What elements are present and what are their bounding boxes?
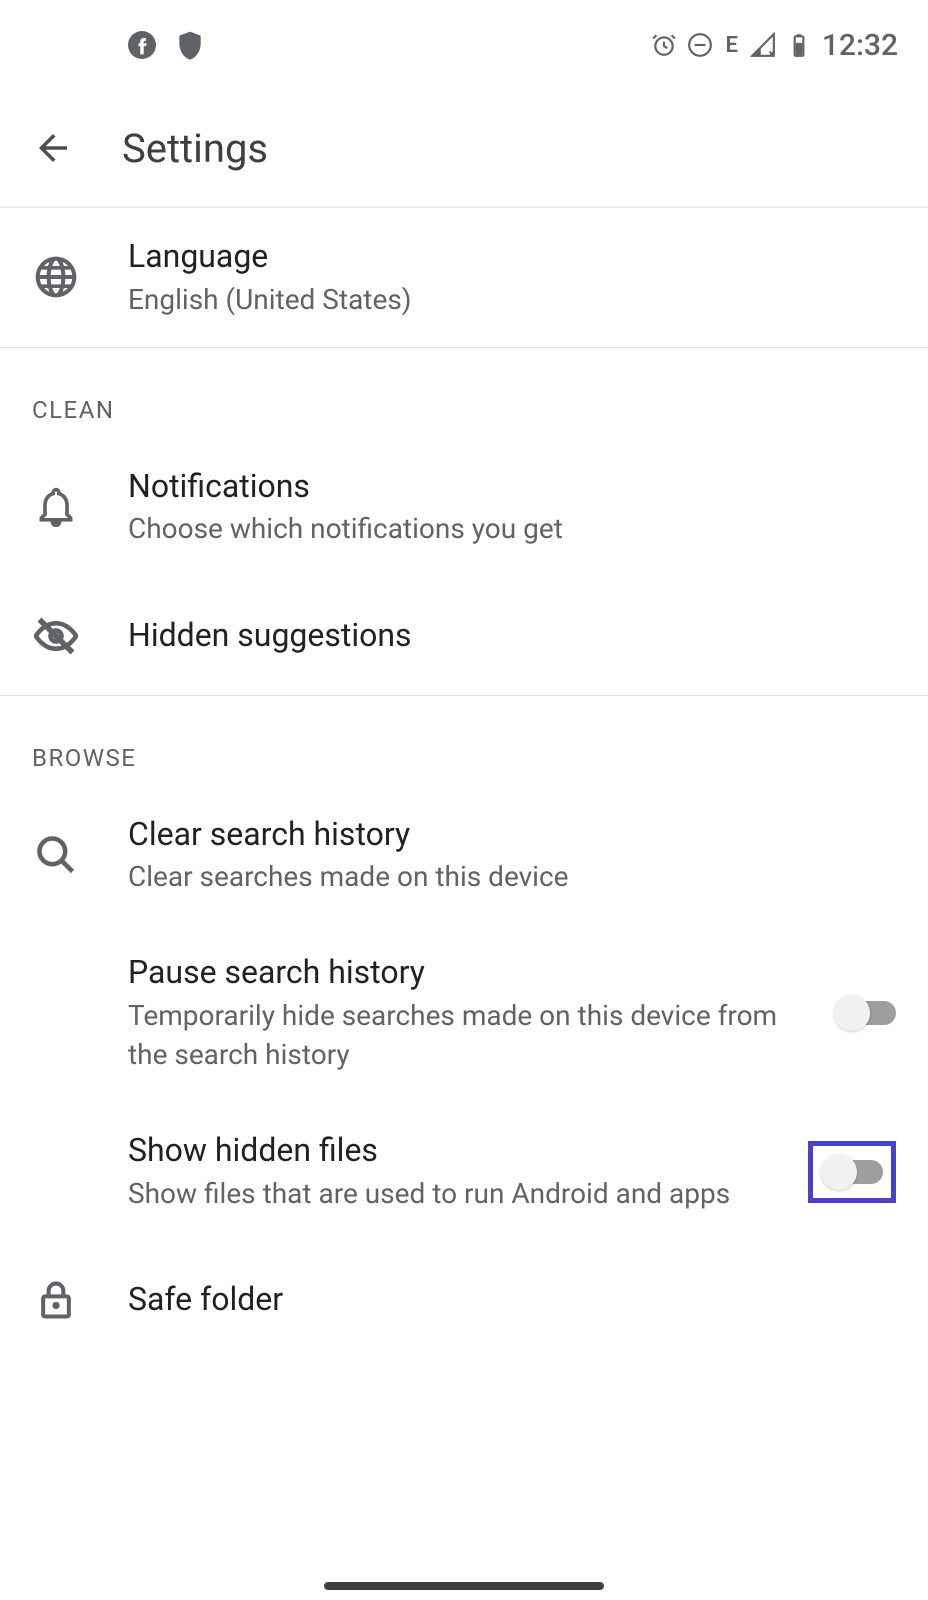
status-left xyxy=(128,29,206,61)
search-icon xyxy=(34,833,78,877)
page-title: Settings xyxy=(122,125,268,172)
hidden-suggestions-item[interactable]: Hidden suggestions xyxy=(0,577,928,695)
language-subtitle: English (United States) xyxy=(128,280,896,319)
notifications-subtitle: Choose which notifications you get xyxy=(128,509,896,548)
section-clean: CLEAN Notifications Choose which notific… xyxy=(0,348,928,696)
do-not-disturb-icon xyxy=(687,32,713,58)
highlighted-toggle-box xyxy=(808,1141,896,1203)
clear-search-title: Clear search history xyxy=(128,814,896,856)
pause-search-toggle[interactable] xyxy=(834,995,896,1031)
notifications-item[interactable]: Notifications Choose which notifications… xyxy=(0,438,928,577)
status-right: E 12:32 xyxy=(651,28,898,63)
browse-header: BROWSE xyxy=(0,696,928,786)
pause-search-history-item[interactable]: Pause search history Temporarily hide se… xyxy=(0,924,928,1102)
section-top: Language English (United States) xyxy=(0,208,928,348)
pause-search-title: Pause search history xyxy=(128,952,786,994)
pause-search-subtitle: Temporarily hide searches made on this d… xyxy=(128,996,786,1074)
nav-handle[interactable] xyxy=(324,1582,604,1590)
app-bar: Settings xyxy=(0,90,928,208)
eye-off-icon xyxy=(34,614,78,658)
safe-folder-item[interactable]: Safe folder xyxy=(0,1241,928,1359)
facebook-icon xyxy=(128,31,156,59)
clear-search-history-item[interactable]: Clear search history Clear searches made… xyxy=(0,786,928,925)
shield-icon xyxy=(174,29,206,61)
status-time: 12:32 xyxy=(822,28,898,63)
alarm-icon xyxy=(651,32,677,58)
network-type: E xyxy=(725,33,737,58)
status-bar: E 12:32 xyxy=(0,0,928,90)
safe-folder-title: Safe folder xyxy=(128,1279,896,1321)
lock-icon xyxy=(34,1278,78,1322)
section-browse: BROWSE Clear search history Clear search… xyxy=(0,696,928,1360)
show-hidden-files-item[interactable]: Show hidden files Show files that are us… xyxy=(0,1102,928,1241)
clean-header: CLEAN xyxy=(0,348,928,438)
globe-icon xyxy=(34,255,78,299)
bell-icon xyxy=(34,485,78,529)
notifications-title: Notifications xyxy=(128,466,896,508)
show-hidden-subtitle: Show files that are used to run Android … xyxy=(128,1174,760,1213)
clear-search-subtitle: Clear searches made on this device xyxy=(128,857,896,896)
show-hidden-title: Show hidden files xyxy=(128,1130,760,1172)
show-hidden-toggle[interactable] xyxy=(821,1154,883,1190)
battery-icon xyxy=(786,32,812,58)
language-item[interactable]: Language English (United States) xyxy=(0,208,928,347)
hidden-suggestions-title: Hidden suggestions xyxy=(128,615,896,657)
language-title: Language xyxy=(128,236,896,278)
signal-icon xyxy=(750,32,776,58)
back-icon[interactable] xyxy=(32,127,74,169)
